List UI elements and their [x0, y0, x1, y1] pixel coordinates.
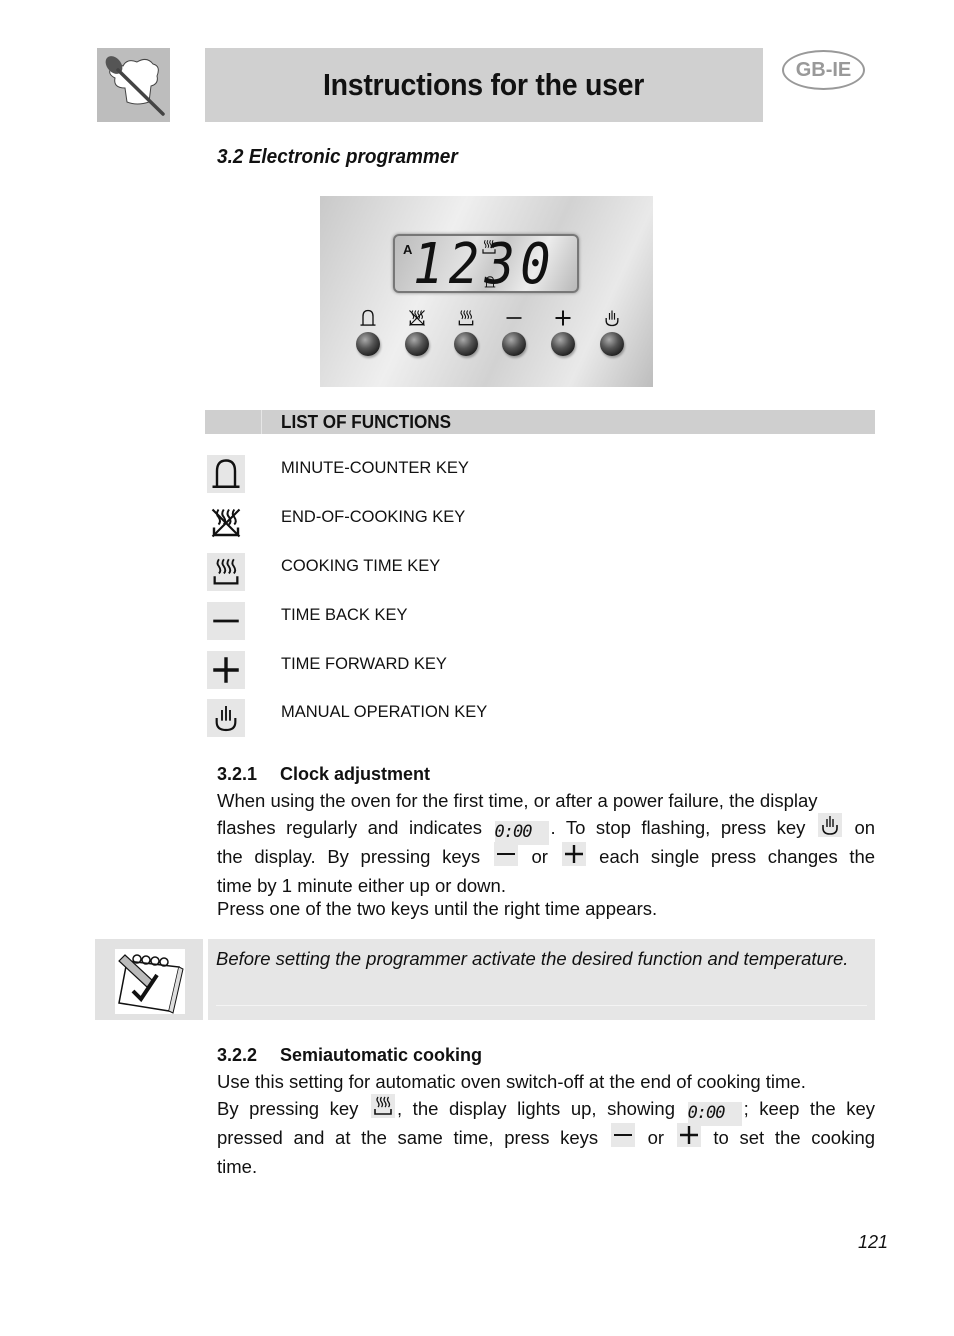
panel-keys [355, 308, 625, 356]
text-line: flashes regularly and indicates 0:00. To… [217, 813, 876, 845]
function-icon-box [207, 455, 245, 493]
knob[interactable] [404, 332, 429, 356]
panel-key-time-back[interactable] [501, 308, 527, 356]
semiautomatic-cooking-text: Use this setting for automatic oven swit… [217, 1067, 875, 1177]
text-line: time by 1 minute either up or down. [217, 875, 506, 896]
cooking-time-icon [480, 238, 498, 256]
knob[interactable] [551, 332, 576, 356]
function-label: TIME FORWARD KEY [281, 655, 447, 673]
plus-icon [552, 308, 574, 328]
programmer-panel-illustration: A 1230 [320, 196, 653, 387]
text-span: , the display lights up, showing [396, 1098, 675, 1119]
auto-indicator: A [403, 242, 413, 257]
text-span: the display. By pressing keys [217, 846, 481, 867]
function-icon-box [207, 504, 245, 542]
function-label: END-OF-COOKING KEY [281, 508, 466, 526]
header-stub [205, 410, 262, 434]
text-line: the display. By pressing keys or each si… [217, 842, 875, 871]
bell-icon [208, 456, 244, 492]
knob[interactable] [453, 332, 478, 356]
text-line: By pressing key , the display lights up,… [217, 1094, 875, 1126]
knob[interactable] [502, 332, 527, 356]
text-span: or [531, 846, 548, 867]
hand-icon [601, 308, 623, 328]
panel-key-manual-operation[interactable] [599, 308, 625, 356]
minus-icon [493, 842, 518, 866]
text-span: to set the cooking [713, 1127, 876, 1148]
text-span: pressed and at the same time, press keys [217, 1127, 599, 1148]
text-span: By pressing key [217, 1098, 359, 1119]
panel-key-time-forward[interactable] [550, 308, 576, 356]
function-label: TIME BACK KEY [281, 606, 408, 624]
function-item: MANUAL OPERATION KEY [207, 699, 867, 737]
lcd-display: A 1230 [393, 232, 579, 297]
end-of-cooking-icon [208, 505, 244, 541]
spoon-and-chef-hat-icon [105, 56, 165, 116]
function-icon-box [207, 553, 245, 591]
logo [97, 48, 170, 122]
text-line: pressed and at the same time, press keys… [217, 1123, 875, 1152]
function-item: MINUTE-COUNTER KEY [207, 455, 867, 493]
plus-icon [676, 1123, 701, 1147]
clock-adjustment-text: When using the oven for the first time, … [217, 786, 876, 919]
function-item: TIME FORWARD KEY [207, 651, 867, 689]
bell-icon [357, 308, 379, 328]
cooking-time-icon [455, 308, 477, 328]
text-span: or [647, 1127, 665, 1148]
functions-header: LIST OF FUNCTIONS [205, 410, 875, 434]
minus-icon [503, 308, 525, 328]
subsection-name: Clock adjustment [280, 764, 431, 784]
text-line: When using the oven for the first time, … [217, 790, 818, 811]
subsection-title-semiautomatic-cooking: 3.2.2 Semiautomatic cooking [217, 1045, 482, 1066]
function-icon-box [207, 602, 245, 640]
minus-icon [610, 1123, 635, 1147]
knob[interactable] [356, 332, 380, 356]
header-bar: Instructions for the user [205, 48, 763, 122]
cooking-time-icon [370, 1094, 395, 1118]
subsection-title-clock-adjustment: 3.2.1 Clock adjustment [217, 764, 430, 785]
knob[interactable] [599, 332, 624, 356]
note-text: Before setting the programmer activate t… [216, 948, 849, 969]
panel-key-cooking-time[interactable] [453, 308, 479, 356]
function-icon-box [207, 651, 245, 689]
plus-icon [561, 842, 586, 866]
text-line: time. [217, 1156, 258, 1177]
subsection-number: 3.2.2 [217, 1045, 258, 1065]
bell-icon [483, 274, 497, 290]
panel-key-end-of-cooking[interactable] [404, 308, 430, 356]
language-badge: GB-IE [782, 50, 865, 90]
text-span: ; keep the key [743, 1098, 875, 1119]
function-label: MANUAL OPERATION KEY [281, 703, 488, 721]
notepad-check-icon [115, 949, 185, 1014]
note-box: Before setting the programmer activate t… [95, 939, 875, 1020]
note-text-box: Before setting the programmer activate t… [208, 939, 875, 1020]
functions-header-label: LIST OF FUNCTIONS [281, 412, 452, 432]
function-label: COOKING TIME KEY [281, 557, 441, 575]
text-span: . To stop flashing, press key [550, 817, 806, 838]
hand-icon [817, 813, 842, 837]
hand-icon [210, 702, 242, 734]
function-item: TIME BACK KEY [207, 602, 867, 640]
page-number: 121 [858, 1232, 889, 1252]
subsection-number: 3.2.1 [217, 764, 258, 784]
note-icon-box [95, 939, 203, 1020]
function-item: END-OF-COOKING KEY [207, 504, 867, 542]
end-of-cooking-icon [406, 308, 428, 328]
text-span: each single press changes the [599, 846, 876, 867]
text-span: flashes regularly and indicates [217, 817, 483, 838]
section-title: 3.2 Electronic programmer [217, 146, 458, 168]
note-divider [216, 1005, 867, 1006]
text-line: Press one of the two keys until the righ… [217, 898, 658, 919]
text-line: Use this setting for automatic oven swit… [217, 1071, 806, 1092]
page-title: Instructions for the user [323, 67, 645, 102]
minus-icon [209, 604, 243, 638]
function-icon-box [207, 699, 245, 737]
plus-icon [209, 653, 243, 687]
text-span: on [854, 817, 876, 838]
cooking-time-icon [209, 555, 243, 589]
function-label: MINUTE-COUNTER KEY [281, 459, 469, 477]
function-item: COOKING TIME KEY [207, 553, 867, 591]
subsection-name: Semiautomatic cooking [280, 1045, 483, 1065]
panel-key-minute-counter[interactable] [355, 308, 381, 356]
